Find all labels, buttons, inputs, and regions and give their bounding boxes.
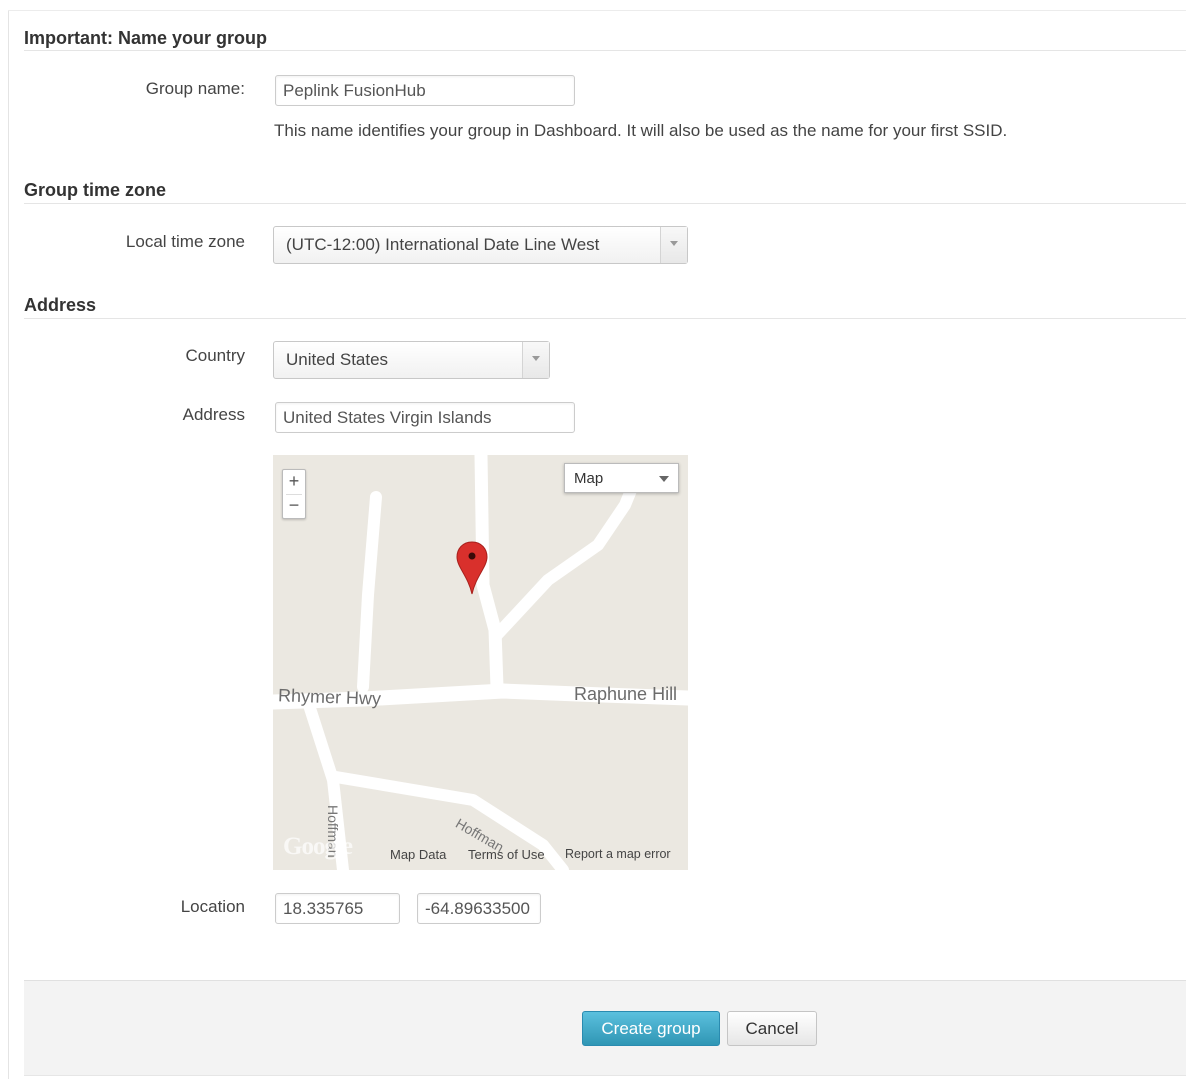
map-type-value: Map (574, 470, 604, 487)
timezone-select[interactable]: (UTC-12:00) International Date Line West (273, 226, 688, 264)
section-heading-timezone: Group time zone (24, 180, 167, 200)
create-group-button[interactable]: Create group (582, 1011, 720, 1046)
section-heading-address: Address (24, 295, 97, 315)
chevron-down-icon (670, 241, 678, 246)
section-heading-name: Important: Name your group (24, 28, 268, 48)
page-top-border (8, 10, 1186, 11)
report-map-error-link[interactable]: Report a map error (565, 847, 671, 861)
caret-down-icon (659, 476, 669, 482)
group-name-help-text: This name identifies your group in Dashb… (274, 121, 1008, 140)
map-view[interactable]: + − Map Rhymer Hwy Raphune Hill Hoffman … (273, 455, 688, 870)
road-label-raphune: Raphune Hill (574, 684, 678, 704)
map-data-link[interactable]: Map Data (390, 847, 446, 862)
section-divider (24, 50, 1186, 51)
location-label: Location (180, 897, 245, 916)
group-name-label: Group name: (145, 79, 245, 98)
timezone-label: Local time zone (125, 232, 245, 251)
map-zoom-control: + − (282, 469, 306, 519)
country-select[interactable]: United States (273, 341, 550, 379)
zoom-in-button[interactable]: + (283, 470, 305, 493)
terms-of-use-link[interactable]: Terms of Use (468, 847, 545, 862)
chevron-down-icon (532, 356, 540, 361)
section-divider (24, 203, 1186, 204)
timezone-dropdown-arrow[interactable] (660, 227, 687, 263)
map-marker-icon[interactable] (455, 540, 489, 596)
road-label-rhymer: Rhymer Hwy (277, 685, 382, 709)
zoom-out-button[interactable]: − (283, 494, 305, 517)
page-left-border (8, 10, 9, 1079)
map-type-select[interactable]: Map (564, 463, 679, 493)
address-label: Address (182, 405, 245, 424)
country-selected-value: United States (286, 350, 389, 369)
group-name-input[interactable] (275, 75, 575, 106)
section-divider (24, 318, 1186, 319)
google-logo: Google (283, 833, 353, 860)
longitude-input[interactable] (417, 893, 541, 924)
latitude-input[interactable] (275, 893, 400, 924)
address-input[interactable] (275, 402, 575, 433)
country-dropdown-arrow[interactable] (522, 342, 549, 378)
cancel-button[interactable]: Cancel (727, 1011, 817, 1046)
country-label: Country (185, 346, 245, 365)
timezone-selected-value: (UTC-12:00) International Date Line West (286, 235, 600, 254)
